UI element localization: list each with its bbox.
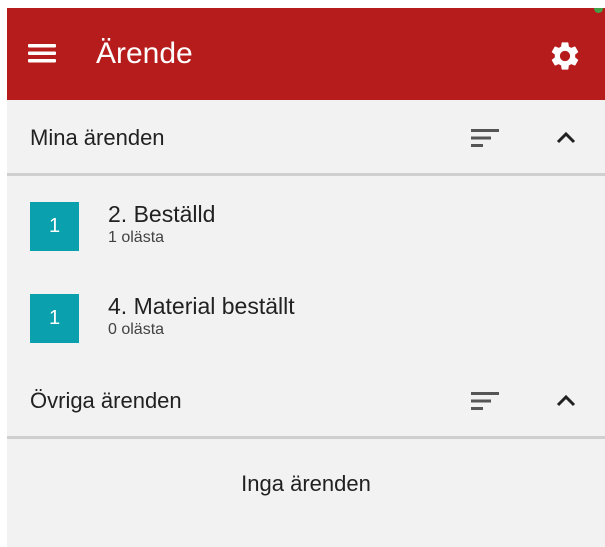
app-window: Ärende Mina ärenden 1 2. Beställd 1 oläs… xyxy=(7,8,605,547)
menu-button[interactable] xyxy=(27,41,59,65)
page-title: Ärende xyxy=(96,37,193,70)
collapse-button[interactable] xyxy=(551,124,585,152)
list-item[interactable]: 1 4. Material beställt 0 olästa xyxy=(7,274,605,350)
section-header-mina-arenden[interactable]: Mina ärenden xyxy=(7,100,605,176)
sort-icon xyxy=(471,129,499,147)
unread-count-badge: 1 xyxy=(30,202,79,251)
item-title: 2. Beställd xyxy=(108,201,216,227)
section-title: Övriga ärenden xyxy=(30,388,182,413)
chevron-up-icon xyxy=(556,394,576,407)
hamburger-menu-icon xyxy=(28,44,56,63)
item-subtitle: 0 olästa xyxy=(108,321,165,338)
status-indicator xyxy=(594,8,603,13)
item-subtitle: 1 olästa xyxy=(108,229,165,246)
chevron-up-icon xyxy=(556,131,576,144)
sort-button[interactable] xyxy=(469,124,503,152)
unread-count-badge: 1 xyxy=(30,294,79,343)
settings-button[interactable] xyxy=(548,39,582,73)
collapse-button[interactable] xyxy=(551,387,585,415)
section-header-ovriga-arenden[interactable]: Övriga ärenden xyxy=(7,363,605,439)
sort-icon xyxy=(471,392,499,410)
list-item[interactable]: 1 2. Beställd 1 olästa xyxy=(7,182,605,258)
section-title: Mina ärenden xyxy=(30,125,165,150)
item-title: 4. Material beställt xyxy=(108,293,295,319)
gear-icon xyxy=(551,42,579,70)
app-bar: Ärende xyxy=(7,8,605,100)
empty-state-text: Inga ärenden xyxy=(241,471,371,496)
sort-button[interactable] xyxy=(469,387,503,415)
